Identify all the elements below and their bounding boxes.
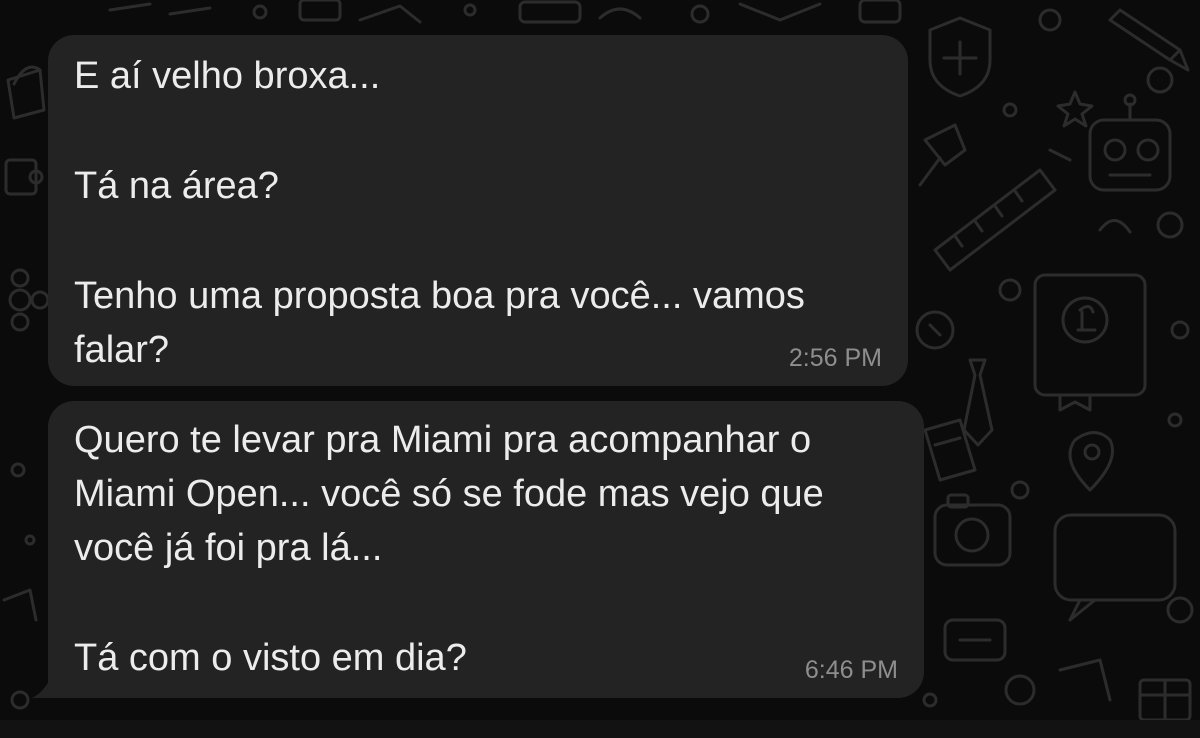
- message-timestamp: 2:56 PM: [788, 344, 882, 372]
- bottom-edge: [0, 720, 1200, 738]
- message-bubble[interactable]: E aí velho broxa... Tá na área? Tenho um…: [48, 35, 908, 386]
- message-text-line: Quero te levar pra Miami pra acompanhar …: [74, 419, 812, 461]
- message-text-line: Miami Open... você só se fode mas vejo q…: [74, 473, 824, 515]
- message-text-line: Tá na área?: [74, 165, 279, 207]
- bubble-tail: [32, 668, 54, 698]
- message-text-line: E aí velho broxa...: [74, 55, 381, 97]
- message-text-line: Tenho uma proposta boa pra você... vamos: [74, 275, 805, 317]
- message-text-line: Tá com o visto em dia?: [74, 637, 467, 679]
- message-text-line: você já foi pra lá...: [74, 527, 383, 569]
- message-timestamp: 6:46 PM: [804, 656, 898, 684]
- message-bubble[interactable]: Quero te levar pra Miami pra acompanhar …: [48, 401, 924, 698]
- message-text-line: falar?: [74, 329, 170, 371]
